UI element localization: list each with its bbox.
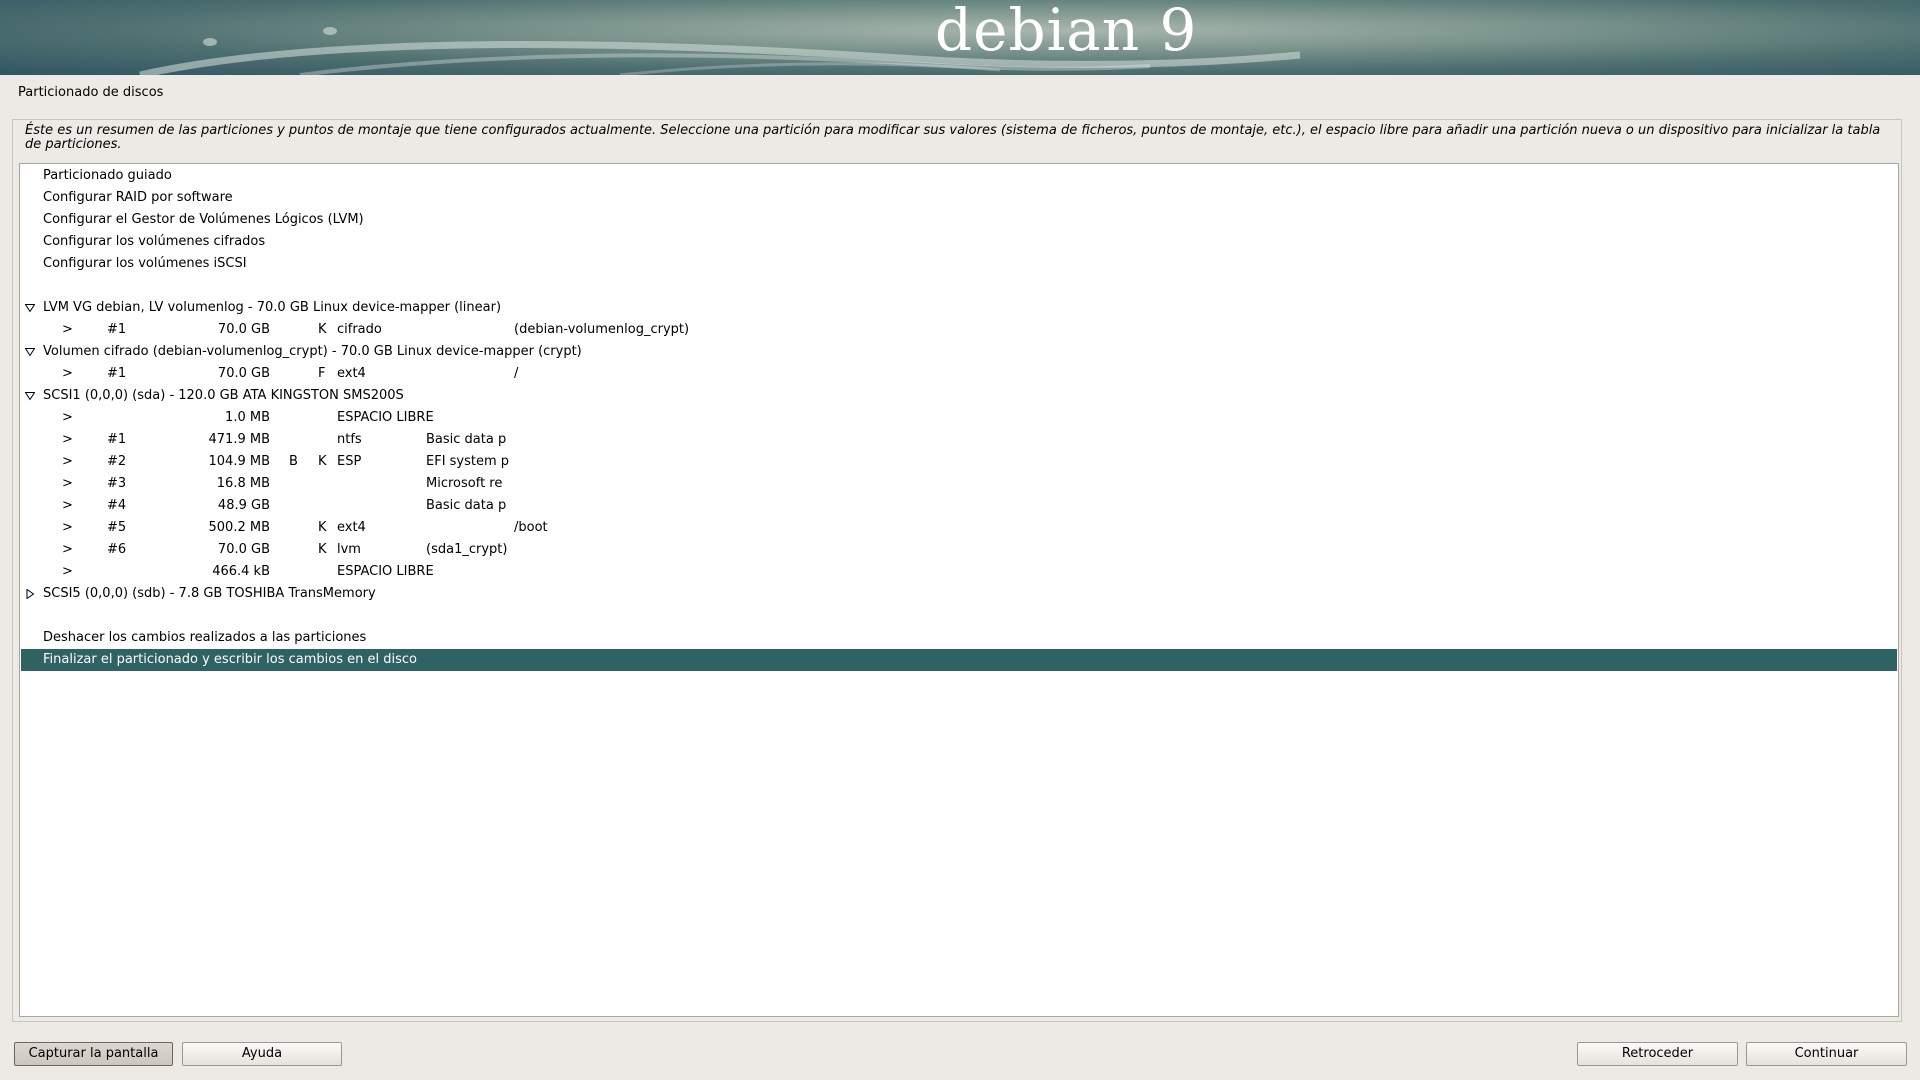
partition-name: (sda1_crypt) <box>426 542 508 557</box>
device-label: Volumen cifrado (debian-volumenlog_crypt… <box>43 344 582 359</box>
back-button[interactable]: Retroceder <box>1577 1042 1738 1066</box>
device-row[interactable]: LVM VG debian, LV volumenlog - 70.0 GB L… <box>21 297 1897 319</box>
device-row[interactable]: SCSI1 (0,0,0) (sda) - 120.0 GB ATA KINGS… <box>21 385 1897 407</box>
partition-size: 70.0 GB <box>217 366 270 381</box>
filesystem: ESPACIO LIBRE <box>337 410 434 425</box>
bootable-flag: B <box>289 454 298 469</box>
partition-row[interactable]: > #4 48.9 GB Basic data p <box>21 495 1897 517</box>
partition-row[interactable]: > #1 70.0 GB Kcifrado (debian-volumenlog_cry… <box>21 319 1897 341</box>
partition-size: 500.2 MB <box>208 520 270 535</box>
partition-size: 16.8 MB <box>216 476 270 491</box>
partition-row[interactable]: > #1 471.9 MB ntfs Basic data p <box>21 429 1897 451</box>
partition-name: Basic data p <box>426 432 507 447</box>
partition-size: 466.4 kB <box>212 564 270 579</box>
partition-size: 48.9 GB <box>217 498 270 513</box>
menu-item-label: Configurar los volúmenes cifrados <box>43 234 266 249</box>
partition-row[interactable]: >1.0 MB ESPACIO LIBRE <box>21 407 1897 429</box>
menu-item[interactable]: Configurar RAID por software <box>21 187 1897 209</box>
action-label: Finalizar el particionado y escribir los… <box>43 652 417 667</box>
keep-flag: K <box>318 542 327 557</box>
keep-flag: K <box>318 520 327 535</box>
debian-banner: debian 9 <box>0 0 1920 75</box>
partition-row[interactable]: > #3 16.8 MB Microsoft re <box>21 473 1897 495</box>
mount-point: (debian-volumenlog_crypt) <box>514 322 690 337</box>
filesystem: ext4 <box>337 366 366 381</box>
partition-name: EFI system p <box>426 454 510 469</box>
keep-flag: F <box>318 366 326 381</box>
device-label: LVM VG debian, LV volumenlog - 70.0 GB L… <box>43 300 502 315</box>
mount-point: / <box>514 366 519 381</box>
action-label: Deshacer los cambios realizados a las pa… <box>43 630 367 645</box>
keep-flag: K <box>318 454 327 469</box>
mount-point: /boot <box>514 520 548 535</box>
menu-item[interactable]: Configurar los volúmenes cifrados <box>21 231 1897 253</box>
keep-flag: K <box>318 322 327 337</box>
expanded-triangle-icon[interactable] <box>25 347 35 357</box>
partition-row[interactable]: >466.4 kB ESPACIO LIBRE <box>21 561 1897 583</box>
menu-item-label: Configurar RAID por software <box>43 190 233 205</box>
filesystem: ESP <box>337 454 362 469</box>
menu-item-label: Configurar el Gestor de Volúmenes Lógico… <box>43 212 364 227</box>
partition-row[interactable]: > #2 104.9 MB B K ESP EFI system p <box>21 451 1897 473</box>
device-label: SCSI1 (0,0,0) (sda) - 120.0 GB ATA KINGS… <box>43 388 404 403</box>
partition-size: 70.0 GB <box>217 322 270 337</box>
partition-row[interactable]: > #6 70.0 GB Klvm (sda1_crypt) <box>21 539 1897 561</box>
device-label: SCSI5 (0,0,0) (sdb) - 7.8 GB TOSHIBA Tra… <box>43 586 376 601</box>
partition-size: 471.9 MB <box>208 432 270 447</box>
partition-size: 104.9 MB <box>208 454 270 469</box>
banner-title: debian 9 <box>935 0 1198 64</box>
undo-changes-item[interactable]: Deshacer los cambios realizados a las pa… <box>21 627 1897 649</box>
menu-item-label: Configurar los volúmenes iSCSI <box>43 256 247 271</box>
partition-row[interactable]: > #1 70.0 GB Fext4/ <box>21 363 1897 385</box>
intro-text: Éste es un resumen de las particiones y … <box>25 123 1881 152</box>
partition-list[interactable]: Particionado guiado Configurar RAID por s… <box>19 163 1899 1017</box>
expanded-triangle-icon[interactable] <box>25 303 35 313</box>
partition-row[interactable]: > #5 500.2 MB Kext4/boot <box>21 517 1897 539</box>
filesystem: cifrado <box>337 322 382 337</box>
finish-partitioning-item[interactable]: Finalizar el particionado y escribir los… <box>21 649 1897 671</box>
expanded-triangle-icon[interactable] <box>25 391 35 401</box>
partition-size: 1.0 MB <box>225 410 270 425</box>
menu-item[interactable]: Particionado guiado <box>21 165 1897 187</box>
menu-item[interactable]: Configurar el Gestor de Volúmenes Lógico… <box>21 209 1897 231</box>
partition-name: Microsoft re <box>426 476 503 491</box>
partition-name: Basic data p <box>426 498 507 513</box>
filesystem: ext4 <box>337 520 366 535</box>
continue-button[interactable]: Continuar <box>1746 1042 1907 1066</box>
collapsed-triangle-icon[interactable] <box>25 589 35 599</box>
menu-item[interactable]: Configurar los volúmenes iSCSI <box>21 253 1897 275</box>
help-button[interactable]: Ayuda <box>182 1042 342 1066</box>
screenshot-button[interactable]: Capturar la pantalla <box>14 1042 173 1066</box>
filesystem: lvm <box>337 542 361 557</box>
filesystem: ntfs <box>337 432 362 447</box>
device-row[interactable]: Volumen cifrado (debian-volumenlog_crypt… <box>21 341 1897 363</box>
menu-item-label: Particionado guiado <box>43 168 172 183</box>
partition-size: 70.0 GB <box>217 542 270 557</box>
filesystem: ESPACIO LIBRE <box>337 564 434 579</box>
page-title: Particionado de discos <box>18 85 164 100</box>
device-row[interactable]: SCSI5 (0,0,0) (sdb) - 7.8 GB TOSHIBA Tra… <box>21 583 1897 605</box>
